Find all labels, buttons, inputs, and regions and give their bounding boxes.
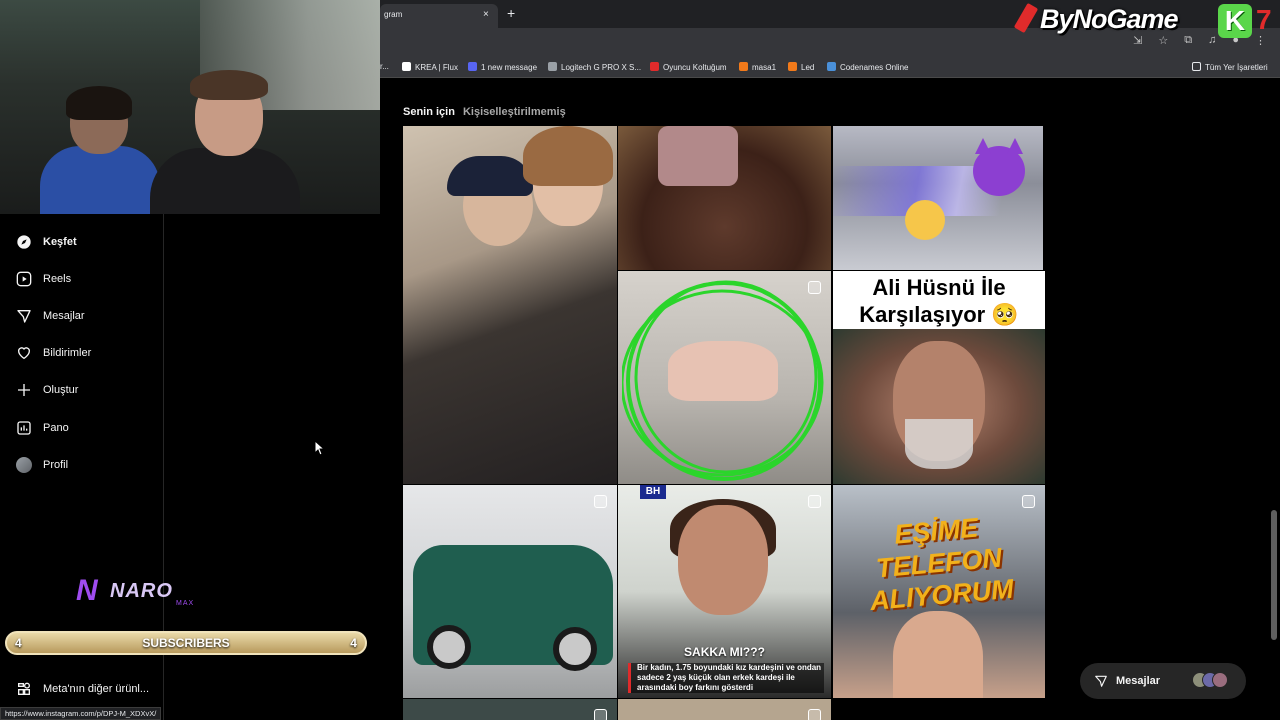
explore-tile-car[interactable] bbox=[403, 485, 617, 698]
bookmark-item[interactable]: masa1 bbox=[739, 62, 776, 72]
extensions-icon[interactable]: ⧉ bbox=[1184, 34, 1192, 47]
explore-tile-telefon[interactable]: EŞİME TELEFON ALIYORUM bbox=[833, 485, 1045, 698]
message-avatars bbox=[1192, 672, 1228, 688]
sidebar-item-kesfet[interactable]: Keşfet bbox=[16, 234, 77, 250]
sidebar-item-label: Mesajlar bbox=[43, 310, 85, 322]
sidebar-item-label: Bildirimler bbox=[43, 347, 92, 359]
explore-tile-cake[interactable] bbox=[618, 126, 831, 270]
tab-close-icon[interactable]: × bbox=[483, 9, 489, 20]
hb-icon bbox=[788, 62, 797, 71]
explore-tile-shoe[interactable] bbox=[618, 271, 831, 484]
tab-kisisellestirilmemis[interactable]: Kişiselleştirilmemiş bbox=[463, 106, 566, 118]
sidebar-item-label: Keşfet bbox=[43, 236, 77, 248]
green-circles bbox=[622, 280, 824, 481]
avatar bbox=[1212, 672, 1228, 688]
heart-icon bbox=[18, 347, 30, 360]
folder-icon bbox=[1192, 62, 1201, 71]
codenames-icon bbox=[827, 62, 836, 71]
k-logo: K bbox=[1218, 4, 1252, 38]
explore-tile-partial[interactable] bbox=[618, 699, 831, 720]
sidebar-item-label: Reels bbox=[43, 273, 72, 285]
reels-icon bbox=[16, 271, 32, 287]
naro-logo: N NARO MAX bbox=[76, 574, 195, 607]
scroll-thumb[interactable] bbox=[1271, 510, 1277, 640]
feed-tabs: Senin için Kişiselleştirilmemiş bbox=[403, 106, 566, 118]
actor-face bbox=[833, 329, 1045, 484]
meta-products-icon bbox=[18, 682, 30, 695]
screen: gram × + ⇲ ☆ ⧉ ♫ ● ⋮ r... KREA | Flux 1 … bbox=[0, 0, 1280, 720]
sidebar-item-bildirimler[interactable]: Bildirimler bbox=[16, 345, 91, 361]
reel-icon bbox=[594, 495, 607, 508]
thinking-emoji-icon bbox=[905, 200, 945, 240]
avatar bbox=[16, 457, 32, 473]
subscribers-bar: 4 SUBSCRIBERS 4 bbox=[5, 631, 367, 655]
page-scrollbar[interactable] bbox=[1268, 78, 1280, 720]
tab-senin-icin[interactable]: Senin için bbox=[403, 106, 455, 118]
bh-badge: BH bbox=[640, 485, 666, 499]
chart-icon bbox=[17, 421, 31, 435]
reel-icon bbox=[808, 495, 821, 508]
bookmark-item[interactable]: Codenames Online bbox=[827, 62, 908, 72]
streamer-left bbox=[40, 86, 160, 214]
sidebar-item-label: Pano bbox=[43, 422, 69, 434]
all-bookmarks[interactable]: Tüm Yer İşaretleri bbox=[1192, 62, 1268, 72]
sidebar-item-reels[interactable]: Reels bbox=[16, 271, 71, 287]
hb-icon bbox=[739, 62, 748, 71]
reel-icon bbox=[808, 281, 821, 294]
messages-pill[interactable]: Mesajlar bbox=[1080, 663, 1246, 699]
explore-tile-partial[interactable] bbox=[403, 699, 617, 720]
sidebar-item-mesajlar[interactable]: Mesajlar bbox=[16, 308, 85, 324]
cap bbox=[447, 156, 533, 196]
bookmark-item[interactable]: Led bbox=[788, 62, 814, 72]
new-tab-icon[interactable]: + bbox=[507, 5, 515, 21]
webcam-overlay bbox=[0, 0, 380, 214]
reel-icon bbox=[808, 709, 821, 720]
media-icon[interactable]: ♫ bbox=[1208, 34, 1216, 47]
reel-icon bbox=[1022, 495, 1035, 508]
reel-icon bbox=[1022, 281, 1035, 294]
subscribers-left-count: 4 bbox=[15, 636, 22, 650]
status-url: https://www.instagram.com/p/DPJ-M_XDXvX/ bbox=[0, 707, 162, 720]
plus-icon bbox=[18, 384, 30, 396]
seven-logo: 7 bbox=[1256, 4, 1272, 35]
streamer-right bbox=[150, 70, 300, 214]
tile-title: EŞİME TELEFON ALIYORUM bbox=[868, 512, 1015, 617]
send-icon bbox=[17, 310, 31, 323]
bookmark-item[interactable]: Logitech G PRO X S... bbox=[548, 62, 641, 72]
mouse-cursor-icon bbox=[315, 441, 325, 455]
explore-tile-couple[interactable] bbox=[403, 126, 617, 484]
devil-emoji-icon bbox=[973, 138, 1025, 196]
brand-logo: ByNoGame bbox=[1013, 2, 1179, 40]
tab-title: gram bbox=[384, 10, 403, 19]
chair-icon bbox=[650, 62, 659, 71]
sidebar-item-profil[interactable]: Profil bbox=[16, 457, 68, 473]
sidebar-item-olustur[interactable]: Oluştur bbox=[16, 382, 78, 398]
bookmarks-bar: r... KREA | Flux 1 new message Logitech … bbox=[380, 56, 1280, 78]
subscribers-right-count: 4 bbox=[350, 636, 357, 650]
tile-title: Ali Hüsnü İle Karşılaşıyor 🥺 bbox=[833, 271, 1045, 329]
discord-icon bbox=[468, 62, 477, 71]
subscribers-label: SUBSCRIBERS bbox=[142, 636, 230, 650]
send-icon bbox=[1095, 675, 1107, 687]
meta-products-link[interactable]: Meta'nın diğer ürünl... bbox=[16, 681, 149, 697]
explore-tile-sakka[interactable]: BH SAKKA MI??? Bir kadın, 1.75 boyundaki… bbox=[618, 485, 831, 698]
logitech-icon bbox=[548, 62, 557, 71]
bookmark-item[interactable]: 1 new message bbox=[468, 62, 537, 72]
bookmark-item[interactable]: Oyuncu Koltuğum bbox=[650, 62, 727, 72]
sidebar-item-label: Oluştur bbox=[43, 384, 79, 396]
naro-mark-icon: N bbox=[76, 574, 98, 607]
browser-tab[interactable]: gram × bbox=[380, 4, 498, 28]
messages-label: Mesajlar bbox=[1116, 675, 1161, 687]
krea-icon bbox=[402, 62, 411, 71]
sidebar-item-pano[interactable]: Pano bbox=[16, 420, 69, 436]
bookmark-item[interactable]: KREA | Flux bbox=[402, 62, 458, 72]
reel-icon bbox=[594, 709, 607, 720]
tile-title: SAKKA MI??? bbox=[684, 645, 765, 659]
bookmark-item[interactable]: r... bbox=[380, 62, 389, 71]
sidebar-item-label: Profil bbox=[43, 459, 69, 471]
explore-tile-laser[interactable] bbox=[833, 126, 1043, 270]
tile-description: Bir kadın, 1.75 boyundaki kız kardeşini … bbox=[628, 663, 824, 693]
explore-tile-ali-husnu[interactable]: Ali Hüsnü İle Karşılaşıyor 🥺 bbox=[833, 271, 1045, 484]
compass-icon bbox=[17, 235, 31, 249]
